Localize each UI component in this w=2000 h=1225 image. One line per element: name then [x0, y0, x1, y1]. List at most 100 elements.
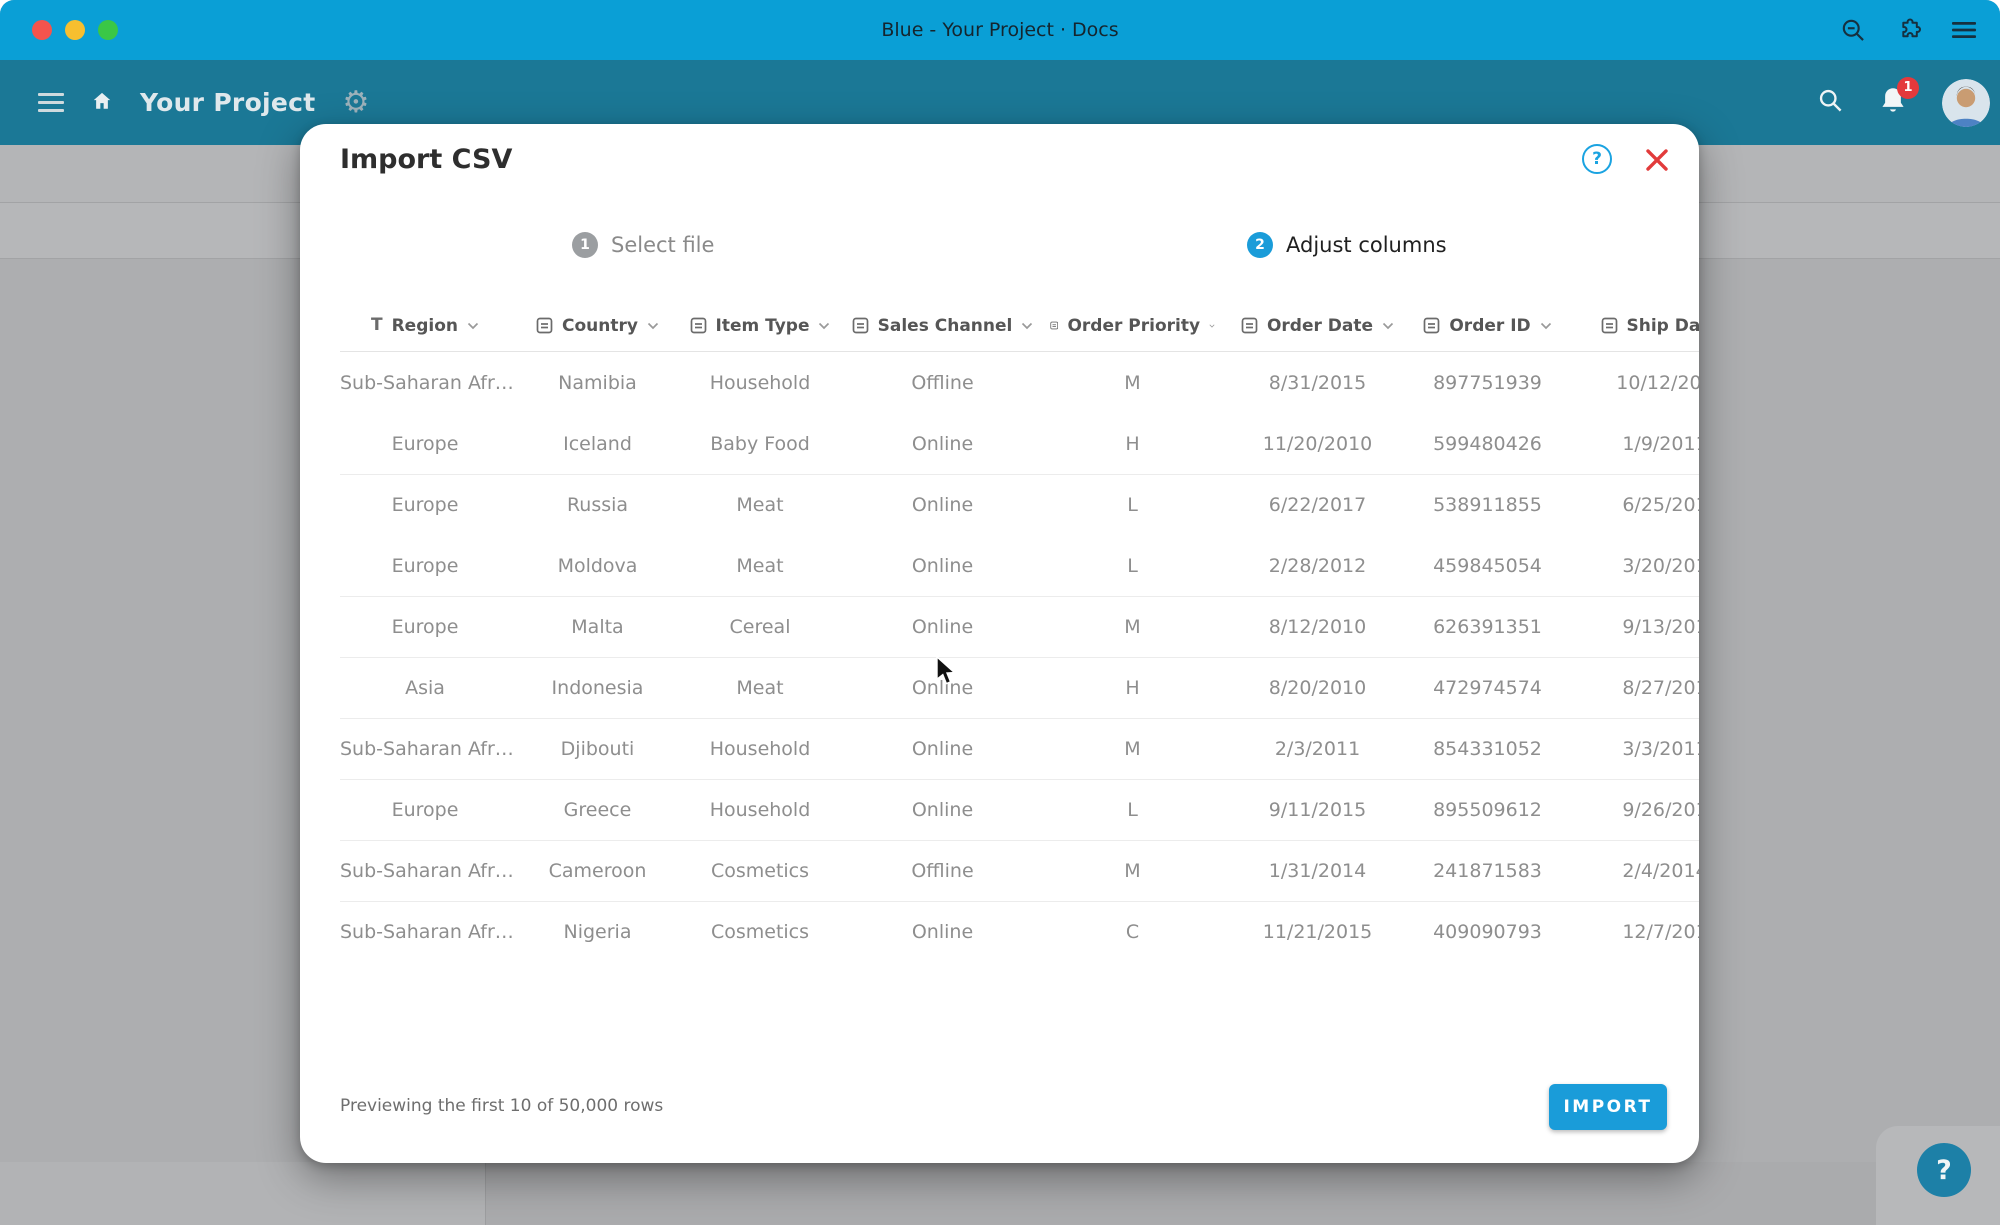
table-cell: 9/11/2015 — [1215, 799, 1420, 821]
table-cell: Offline — [835, 860, 1050, 882]
table-row[interactable]: EuropeRussiaMeatOnlineL6/22/201753891185… — [340, 474, 1699, 535]
table-cell: Baby Food — [685, 433, 835, 455]
gear-icon[interactable]: ⚙ — [343, 88, 370, 118]
table-cell: 2/28/2012 — [1215, 555, 1420, 577]
table-row[interactable]: Sub-Saharan Afr…DjiboutiHouseholdOnlineM… — [340, 718, 1699, 779]
table-cell: 3/20/201 — [1555, 555, 1699, 577]
help-icon[interactable]: ? — [1582, 144, 1612, 174]
table-row[interactable]: EuropeMaltaCerealOnlineM8/12/20106263913… — [340, 596, 1699, 657]
table-cell: Namibia — [510, 372, 685, 394]
list-type-icon — [852, 317, 869, 334]
zoom-out-icon[interactable] — [1840, 17, 1867, 44]
import-button[interactable]: IMPORT — [1549, 1084, 1667, 1130]
table-cell: 1/9/2011 — [1555, 433, 1699, 455]
notification-badge: 1 — [1897, 77, 1919, 99]
table-cell: M — [1050, 738, 1215, 760]
table-cell: Nigeria — [510, 921, 685, 943]
column-header-country[interactable]: Country — [510, 316, 685, 336]
column-label: Region — [392, 316, 458, 336]
table-row[interactable]: Sub-Saharan Afr…NamibiaHouseholdOfflineM… — [340, 352, 1699, 413]
preview-table: TRegionCountryItem TypeSales ChannelOrde… — [340, 300, 1699, 962]
browser-window: Blue - Your Project · Docs — [0, 0, 2000, 1225]
extensions-icon[interactable] — [1895, 17, 1922, 44]
table-cell: 599480426 — [1420, 433, 1555, 455]
column-header-order-date[interactable]: Order Date — [1215, 316, 1420, 336]
table-row[interactable]: EuropeIcelandBaby FoodOnlineH11/20/20105… — [340, 413, 1699, 474]
search-icon[interactable] — [1817, 87, 1844, 118]
table-cell: 9/26/201 — [1555, 799, 1699, 821]
table-cell: Cosmetics — [685, 860, 835, 882]
list-type-icon — [1423, 317, 1440, 334]
table-cell: Online — [835, 921, 1050, 943]
table-row[interactable]: AsiaIndonesiaMeatOnlineH8/20/20104729745… — [340, 657, 1699, 718]
column-header-order-id[interactable]: Order ID — [1420, 316, 1555, 336]
table-header-row: TRegionCountryItem TypeSales ChannelOrde… — [340, 300, 1699, 352]
project-title[interactable]: Your Project — [140, 88, 316, 117]
table-cell: Europe — [340, 433, 510, 455]
table-row[interactable]: EuropeMoldovaMeatOnlineL2/28/20124598450… — [340, 535, 1699, 596]
table-cell: Online — [835, 494, 1050, 516]
table-cell: 2/4/2014 — [1555, 860, 1699, 882]
step-adjust-columns[interactable]: 2 Adjust columns — [1247, 232, 1447, 258]
notifications-button[interactable]: 1 — [1878, 85, 1908, 121]
chevron-down-icon — [1021, 322, 1033, 330]
table-cell: 6/25/201 — [1555, 494, 1699, 516]
menu-icon[interactable] — [1950, 18, 1978, 42]
column-header-item-type[interactable]: Item Type — [685, 316, 835, 336]
import-csv-dialog: Import CSV ? 1 Select file 2 Adjust colu… — [300, 124, 1699, 1163]
dialog-title: Import CSV — [340, 144, 512, 175]
close-icon[interactable] — [1643, 146, 1671, 174]
table-cell: Sub-Saharan Afr… — [340, 738, 510, 760]
table-cell: Greece — [510, 799, 685, 821]
table-cell: Online — [835, 616, 1050, 638]
table-cell: 6/22/2017 — [1215, 494, 1420, 516]
column-header-region[interactable]: T Region — [340, 316, 510, 336]
table-cell: Household — [685, 372, 835, 394]
chevron-down-icon — [1382, 322, 1394, 330]
table-cell: Online — [835, 433, 1050, 455]
table-cell: 11/20/2010 — [1215, 433, 1420, 455]
table-cell: Europe — [340, 494, 510, 516]
window-title: Blue - Your Project · Docs — [0, 0, 2000, 60]
home-icon[interactable] — [91, 90, 113, 116]
table-cell: 241871583 — [1420, 860, 1555, 882]
step-label: Adjust columns — [1286, 233, 1447, 257]
table-cell: M — [1050, 616, 1215, 638]
table-cell: L — [1050, 555, 1215, 577]
column-header-ship-dat[interactable]: Ship Dat — [1555, 316, 1699, 336]
help-fab[interactable]: ? — [1917, 1143, 1971, 1197]
column-header-order-priority[interactable]: Order Priority — [1050, 316, 1215, 336]
table-cell: Sub-Saharan Afr… — [340, 372, 510, 394]
table-row[interactable]: Sub-Saharan Afr…CameroonCosmeticsOffline… — [340, 840, 1699, 901]
table-cell: H — [1050, 433, 1215, 455]
step-number: 2 — [1247, 232, 1273, 258]
table-cell: Moldova — [510, 555, 685, 577]
table-cell: H — [1050, 677, 1215, 699]
table-cell: 626391351 — [1420, 616, 1555, 638]
text-type-icon: T — [371, 317, 383, 334]
chevron-down-icon — [647, 322, 659, 330]
column-label: Order ID — [1449, 316, 1530, 336]
preview-row-count: Previewing the first 10 of 50,000 rows — [340, 1096, 663, 1116]
table-cell: C — [1050, 921, 1215, 943]
list-type-icon — [1601, 317, 1618, 334]
table-cell: 11/21/2015 — [1215, 921, 1420, 943]
table-cell: 895509612 — [1420, 799, 1555, 821]
avatar[interactable] — [1942, 79, 1990, 127]
column-header-sales-channel[interactable]: Sales Channel — [835, 316, 1050, 336]
table-cell: 459845054 — [1420, 555, 1555, 577]
table-row[interactable]: Sub-Saharan Afr…NigeriaCosmeticsOnlineC1… — [340, 901, 1699, 962]
table-cell: 409090793 — [1420, 921, 1555, 943]
table-cell: Iceland — [510, 433, 685, 455]
step-select-file[interactable]: 1 Select file — [572, 232, 714, 258]
dimmed-sidebar-bottom — [0, 1162, 486, 1225]
menu-icon[interactable] — [38, 88, 64, 117]
list-type-icon — [536, 317, 553, 334]
table-row[interactable]: EuropeGreeceHouseholdOnlineL9/11/2015895… — [340, 779, 1699, 840]
column-label: Item Type — [716, 316, 810, 336]
mouse-cursor — [935, 656, 961, 686]
table-cell: Household — [685, 738, 835, 760]
table-cell: Online — [835, 799, 1050, 821]
table-cell: Cameroon — [510, 860, 685, 882]
table-cell: Household — [685, 799, 835, 821]
